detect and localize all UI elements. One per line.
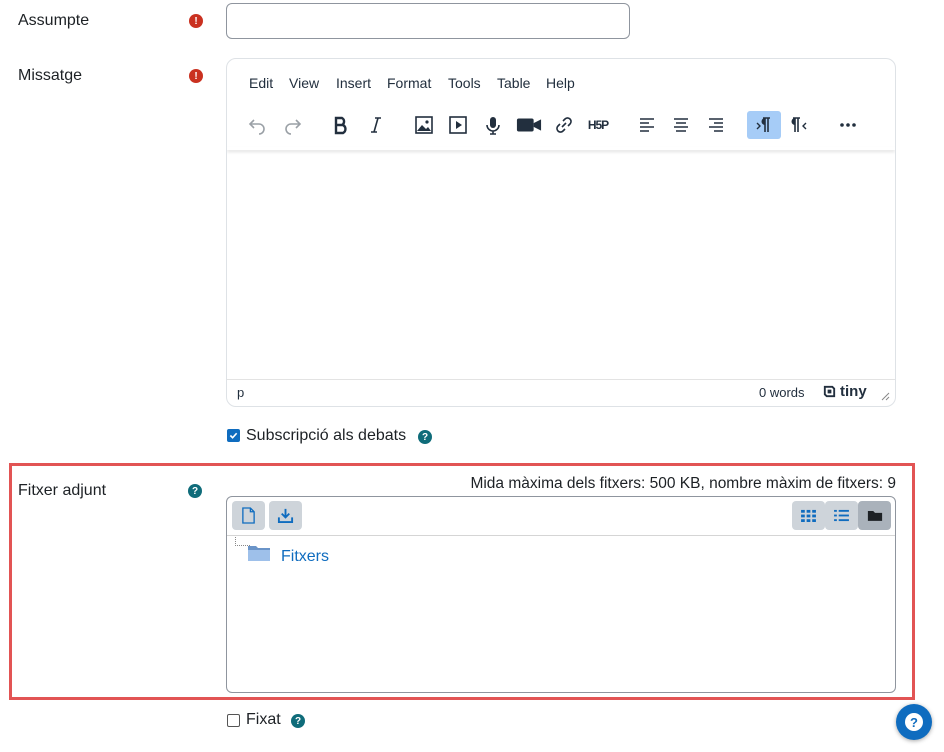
- record-video-icon[interactable]: [515, 113, 543, 137]
- word-count[interactable]: 0 words: [759, 385, 805, 400]
- menu-format[interactable]: Format: [387, 75, 431, 91]
- tiny-logo-icon: [823, 385, 836, 398]
- menu-insert[interactable]: Insert: [336, 75, 371, 91]
- editor-content-area[interactable]: [227, 149, 895, 379]
- folder-tree-icon[interactable]: [247, 544, 271, 566]
- tiny-logo-text: tiny: [840, 383, 867, 400]
- pinned-label[interactable]: Fixat: [246, 711, 281, 729]
- folder-link[interactable]: Fitxers: [281, 548, 329, 566]
- floating-help-button[interactable]: ?: [896, 704, 932, 740]
- pinned-checkbox[interactable]: [227, 714, 240, 727]
- h5p-icon[interactable]: H5P: [584, 113, 612, 137]
- link-icon[interactable]: [552, 113, 576, 137]
- image-icon[interactable]: [412, 113, 436, 137]
- bold-icon[interactable]: [329, 113, 353, 137]
- ltr-icon[interactable]: [747, 111, 781, 139]
- align-right-icon[interactable]: [704, 113, 728, 137]
- required-icon: !: [189, 14, 203, 28]
- menu-view[interactable]: View: [289, 75, 319, 91]
- rich-text-editor: Edit View Insert Format Tools Table Help: [226, 58, 896, 407]
- file-manager-toolbar: [227, 497, 895, 536]
- subscription-checkbox[interactable]: [227, 429, 240, 442]
- menu-tools[interactable]: Tools: [448, 75, 481, 91]
- download-all-button[interactable]: [269, 501, 302, 530]
- help-icon[interactable]: ?: [188, 484, 202, 498]
- menu-help[interactable]: Help: [546, 75, 575, 91]
- attachment-label: Fitxer adjunt: [18, 482, 107, 499]
- tree-view-button[interactable]: [858, 501, 891, 530]
- editor-statusbar: p 0 words tiny: [227, 379, 895, 406]
- subscription-label[interactable]: Subscripció als debats: [246, 427, 406, 445]
- redo-icon[interactable]: [281, 113, 305, 137]
- download-icon: [277, 508, 294, 524]
- menu-edit[interactable]: Edit: [249, 75, 273, 91]
- list-view-button[interactable]: [825, 501, 858, 530]
- help-icon[interactable]: ?: [418, 430, 432, 444]
- list-icon: [834, 509, 849, 522]
- undo-icon[interactable]: [245, 113, 269, 137]
- media-icon[interactable]: [446, 113, 470, 137]
- file-manager: Fitxers: [226, 496, 896, 693]
- menu-table[interactable]: Table: [497, 75, 530, 91]
- folder-icon: [867, 511, 882, 521]
- element-path[interactable]: p: [237, 385, 244, 400]
- question-icon: ?: [905, 713, 923, 731]
- icons-view-button[interactable]: [792, 501, 825, 530]
- help-icon[interactable]: ?: [291, 714, 305, 728]
- grid-icon: [801, 509, 816, 522]
- rtl-icon[interactable]: [787, 113, 811, 137]
- more-icon[interactable]: [836, 113, 860, 137]
- align-center-icon[interactable]: [669, 113, 693, 137]
- message-label: Missatge: [18, 67, 83, 84]
- align-left-icon[interactable]: [635, 113, 659, 137]
- record-audio-icon[interactable]: [481, 113, 505, 137]
- checkmark-icon: [229, 432, 238, 439]
- resize-handle-icon[interactable]: [881, 392, 890, 401]
- file-limits-text: Mida màxima dels fitxers: 500 KB, nombre…: [470, 475, 896, 492]
- tiny-logo[interactable]: tiny: [822, 383, 867, 400]
- subject-input[interactable]: [226, 3, 630, 39]
- add-file-button[interactable]: [232, 501, 265, 530]
- subject-label: Assumpte: [18, 12, 90, 29]
- required-icon: !: [189, 69, 203, 83]
- folder-icon: [248, 546, 270, 561]
- file-icon: [242, 507, 255, 524]
- italic-icon[interactable]: [364, 113, 388, 137]
